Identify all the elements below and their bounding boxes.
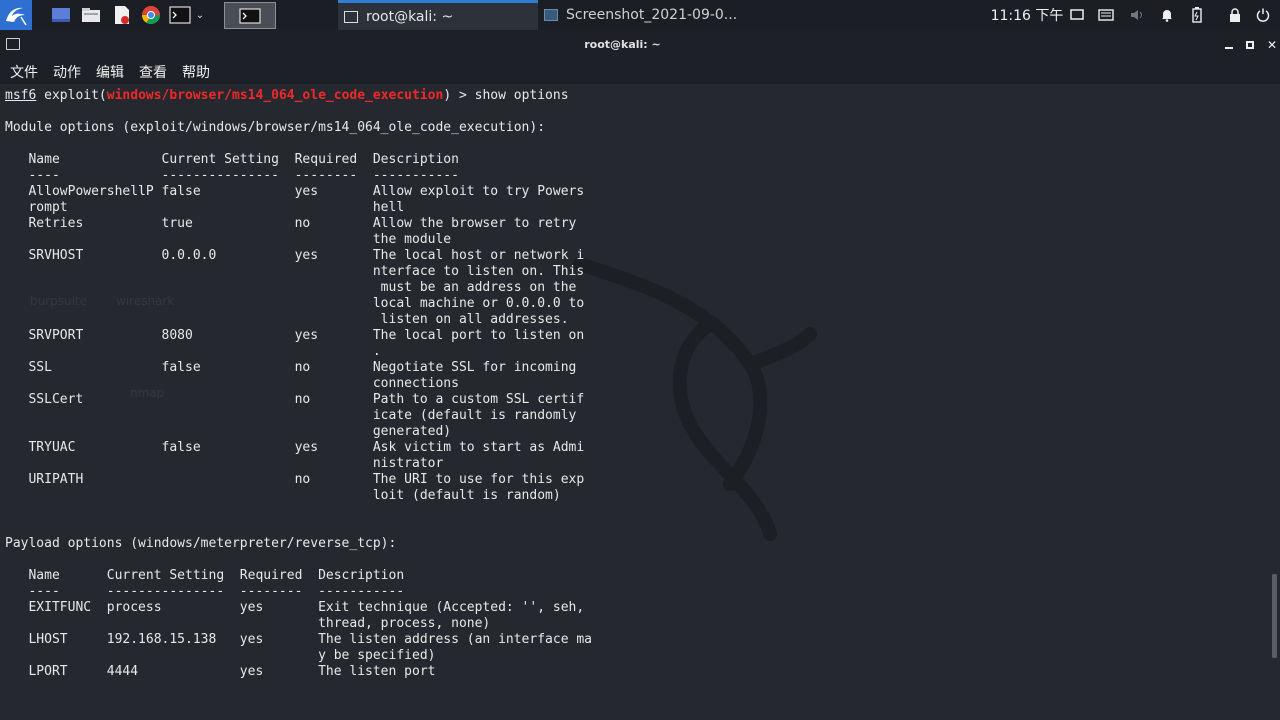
window-title: root@kali: ~ [584,38,661,51]
terminal-body: Module options (exploit/windows/browser/… [5,120,592,679]
menu-item-edit[interactable]: 编辑 [96,62,124,82]
battery-icon[interactable] [1184,0,1210,30]
clock[interactable]: 11:16 下午 [988,0,1066,30]
chromium-icon[interactable] [140,4,162,26]
terminal-output[interactable]: msf6 exploit(windows/browser/ms14_064_ol… [5,88,592,680]
lock-icon[interactable] [1222,0,1248,30]
top-panel: ⌄ root@kali: ~ Screenshot_2021-09-0... 1… [0,0,1280,30]
kali-dragon-watermark-icon [573,257,817,541]
menu-bar: 文件 动作 编辑 查看 帮助 [0,60,1280,84]
window-titlebar[interactable]: root@kali: ~ ✕ [0,30,1280,60]
minimize-button[interactable] [1222,37,1236,53]
menu-item-help[interactable]: 帮助 [182,62,210,82]
menu-item-file[interactable]: 文件 [10,62,38,82]
text-editor-icon[interactable] [111,4,133,26]
file-manager-icon[interactable] [80,4,102,26]
scrollbar[interactable] [1272,574,1277,658]
menu-item-view[interactable]: 查看 [139,62,167,82]
image-icon [544,9,558,21]
volume-icon[interactable] [1124,0,1150,30]
taskbar-item-screenshot[interactable]: Screenshot_2021-09-0... [538,0,738,30]
power-icon[interactable] [1250,0,1276,30]
maximize-button[interactable] [1243,37,1257,53]
prompt-command-open: exploit( [36,88,107,103]
terminal-icon[interactable] [168,4,192,26]
taskbar-item-label: Screenshot_2021-09-0... [566,7,738,23]
kali-menu-icon[interactable] [0,0,32,30]
keyboard-icon[interactable] [1093,0,1119,30]
taskbar-item-label: root@kali: ~ [366,8,454,25]
terminal-view[interactable]: burpsuite wireshark nmap msf6 exploit(wi… [0,84,1280,720]
show-desktop-icon[interactable] [50,4,72,26]
prompt-prefix: msf6 [5,88,37,103]
menu-item-actions[interactable]: 动作 [53,62,81,82]
display-icon[interactable] [1064,0,1090,30]
active-terminal-button[interactable] [224,2,276,29]
terminal-icon [344,10,358,23]
notification-bell-icon[interactable] [1154,0,1180,30]
prompt-command-close: ) > show options [443,88,569,103]
taskbar-item-terminal[interactable]: root@kali: ~ [338,0,538,30]
chevron-down-icon[interactable]: ⌄ [194,4,206,26]
prompt-module: windows/browser/ms14_064_ole_code_execut… [106,88,444,103]
close-icon[interactable]: ✕ [1265,37,1279,53]
